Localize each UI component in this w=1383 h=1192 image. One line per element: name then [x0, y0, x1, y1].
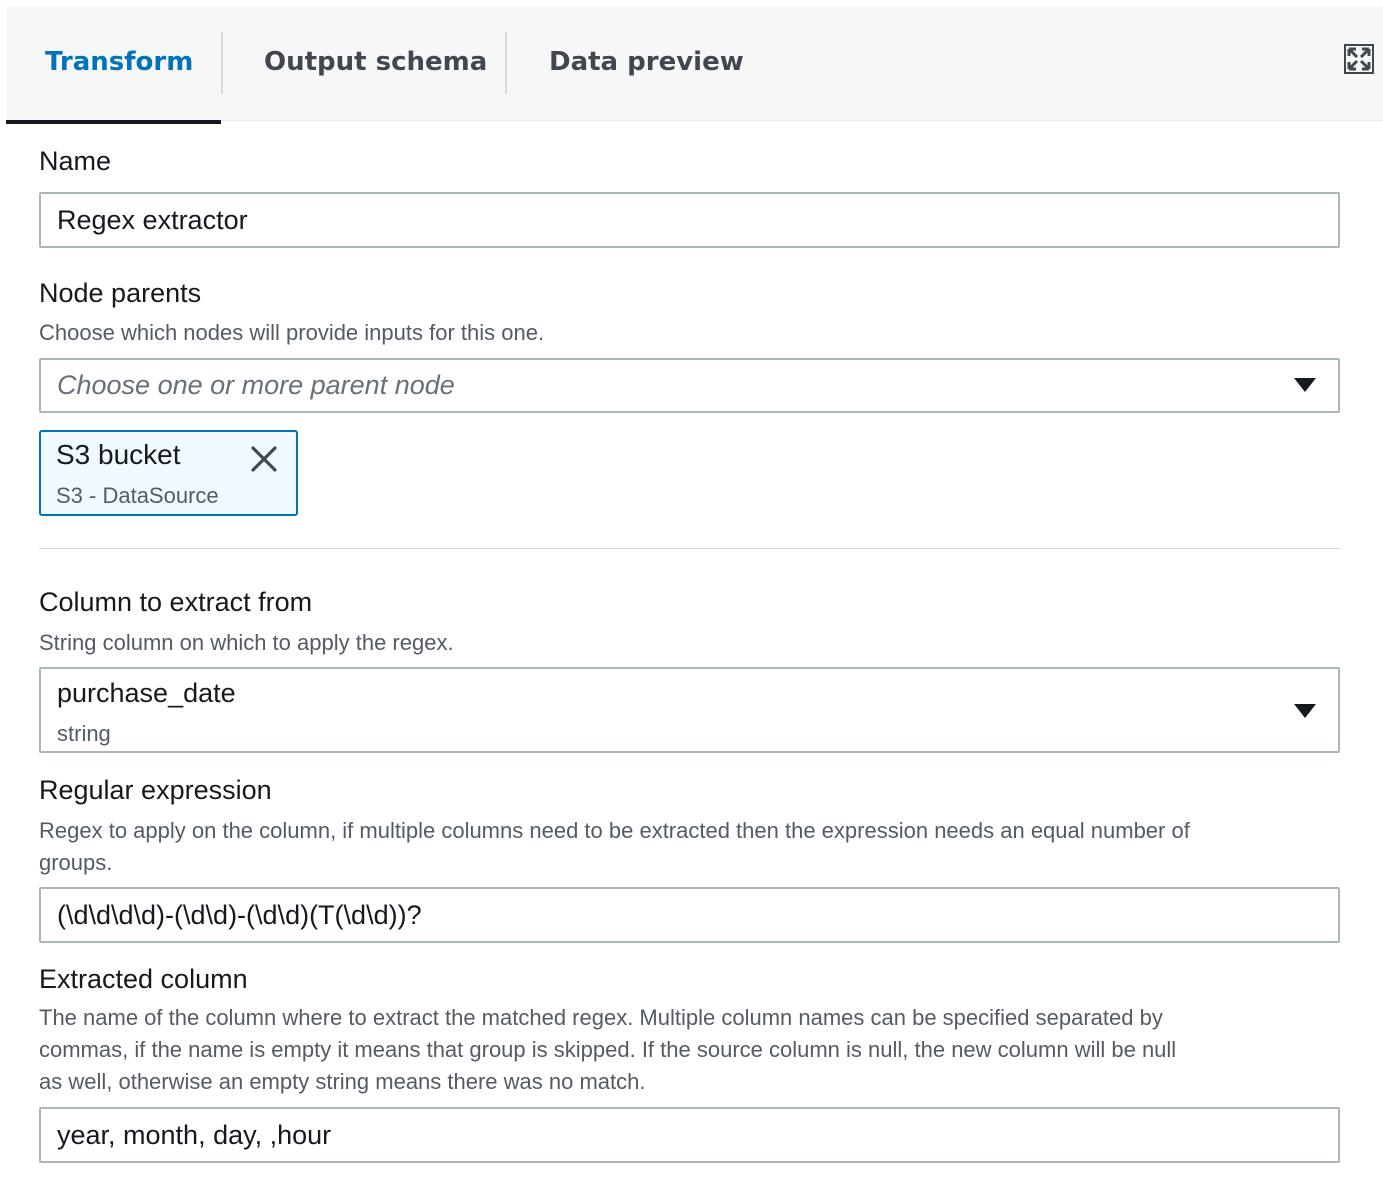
expand-arrows-icon[interactable]	[1344, 44, 1374, 74]
column-select[interactable]: purchase_date string	[39, 667, 1340, 753]
regex-input[interactable]: (\d\d\d\d)-(\d\d)-(\d\d)(T(\d\d))?	[39, 887, 1340, 943]
caret-down-icon	[1294, 704, 1316, 718]
column-select-type: string	[57, 721, 111, 746]
extracted-description-line-3: as well, otherwise an empty string means…	[39, 1069, 646, 1094]
close-icon[interactable]	[249, 444, 279, 474]
extracted-column-value: year, month, day, ,hour	[57, 1120, 332, 1150]
token-title: S3 bucket	[56, 439, 181, 470]
name-input[interactable]: Regex extractor	[39, 192, 1340, 248]
parent-node-token: S3 bucket S3 - DataSource	[39, 430, 298, 516]
tab-divider	[221, 32, 223, 94]
tab-divider	[505, 32, 507, 94]
regex-input-value: (\d\d\d\d)-(\d\d)-(\d\d)(T(\d\d))?	[57, 900, 422, 930]
regex-label: Regular expression	[39, 775, 272, 805]
node-parents-description: Choose which nodes will provide inputs f…	[39, 320, 545, 345]
tab-transform[interactable]: Transform	[45, 6, 193, 121]
name-input-value: Regex extractor	[57, 205, 248, 235]
node-parents-label: Node parents	[39, 278, 202, 308]
extracted-description-line-2: commas, if the name is empty it means th…	[39, 1037, 1177, 1062]
extracted-column-label: Extracted column	[39, 964, 248, 994]
section-divider	[39, 548, 1340, 549]
tab-output-schema[interactable]: Output schema	[264, 6, 487, 121]
column-select-value: purchase_date	[57, 678, 236, 708]
caret-down-icon	[1294, 378, 1316, 392]
node-parents-select[interactable]: Choose one or more parent node	[39, 358, 1340, 413]
extracted-description-line-1: The name of the column where to extract …	[39, 1005, 1163, 1030]
node-parents-placeholder: Choose one or more parent node	[57, 370, 455, 400]
regex-description-line-1: Regex to apply on the column, if multipl…	[39, 818, 1190, 843]
column-description: String column on which to apply the rege…	[39, 630, 454, 655]
active-tab-indicator	[6, 120, 221, 124]
tab-data-preview[interactable]: Data preview	[549, 6, 744, 121]
tab-bar: Transform Output schema Data preview	[6, 6, 1383, 124]
token-subtitle: S3 - DataSource	[56, 483, 219, 508]
regex-description-line-2: groups.	[39, 850, 113, 875]
extracted-column-input[interactable]: year, month, day, ,hour	[39, 1107, 1340, 1163]
column-label: Column to extract from	[39, 587, 313, 617]
name-label: Name	[39, 146, 112, 176]
